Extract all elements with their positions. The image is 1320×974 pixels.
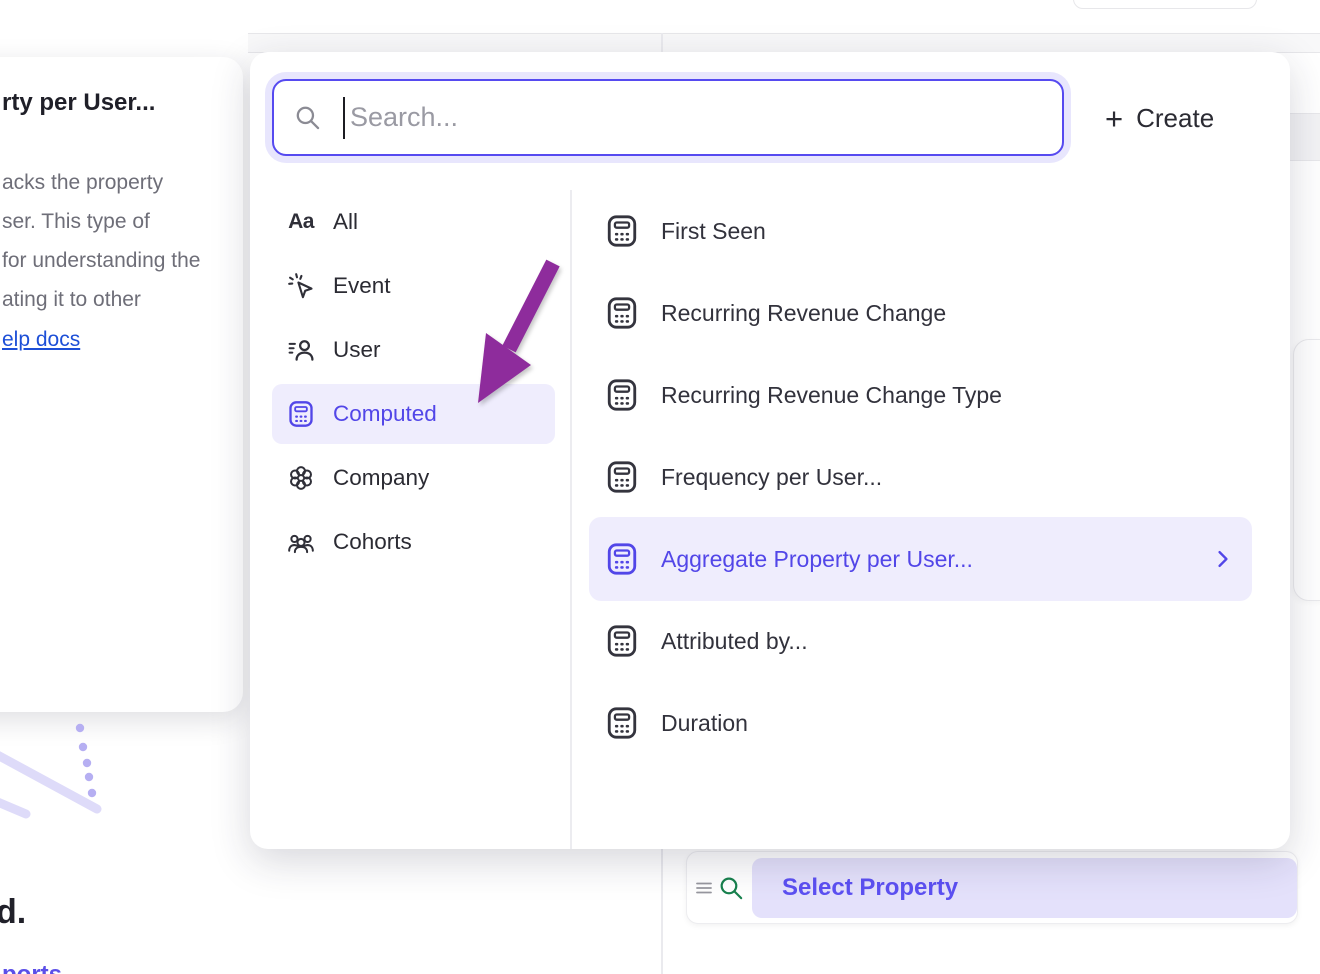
calculator-icon [605, 460, 639, 494]
event-click-icon [287, 272, 315, 300]
background-toolbar-band [248, 33, 1320, 53]
calculator-icon [605, 542, 639, 576]
tooltip-body-line: ating it to other [2, 288, 141, 312]
property-item-label: Recurring Revenue Change [661, 300, 946, 327]
property-item-attributed-by[interactable]: Attributed by... [589, 613, 1252, 669]
property-item-duration[interactable]: Duration [589, 695, 1252, 751]
create-button-label: Create [1136, 103, 1214, 134]
tooltip-body-line: ser. This type of [2, 210, 150, 234]
category-label: Computed [333, 401, 437, 427]
search-input[interactable]: Search... [272, 79, 1064, 156]
property-item-recurring-revenue-change-type[interactable]: Recurring Revenue Change Type [589, 367, 1252, 423]
property-item-recurring-revenue-change[interactable]: Recurring Revenue Change [589, 285, 1252, 341]
background-partial-band-right [1290, 113, 1320, 161]
drag-handle-icon[interactable] [696, 880, 712, 896]
plus-icon: + [1105, 103, 1123, 134]
select-property-row: Select Property [686, 851, 1298, 924]
category-tab-company[interactable]: Company [272, 456, 555, 500]
aa-icon: Aa [287, 208, 315, 236]
tooltip-title: rty per User... [2, 89, 155, 117]
clipped-link-fragment[interactable]: ports [2, 961, 62, 974]
property-item-aggregate-property-per-user[interactable]: Aggregate Property per User... [589, 517, 1252, 601]
background-partial-card-top [1073, 0, 1257, 9]
calculator-icon [605, 624, 639, 658]
category-tab-computed[interactable]: Computed [272, 384, 555, 444]
category-tab-all[interactable]: Aa All [272, 200, 555, 244]
property-item-label: Recurring Revenue Change Type [661, 382, 1002, 409]
cohorts-people-icon [287, 528, 315, 556]
property-item-label: Attributed by... [661, 628, 808, 655]
category-label: All [333, 209, 358, 235]
property-tooltip-card [0, 57, 243, 712]
category-label: Event [333, 273, 391, 299]
search-icon [294, 104, 321, 131]
property-item-label: Frequency per User... [661, 464, 882, 491]
property-item-frequency-per-user[interactable]: Frequency per User... [589, 449, 1252, 505]
category-label: Cohorts [333, 529, 412, 555]
category-label: User [333, 337, 381, 363]
user-list-icon [287, 336, 315, 364]
chevron-right-icon [1212, 548, 1234, 570]
property-item-first-seen[interactable]: First Seen [589, 203, 1252, 259]
calculator-icon [605, 378, 639, 412]
background-partial-card-right [1293, 339, 1320, 601]
app-background: rty per User... acks the property ser. T… [0, 0, 1320, 974]
text-caret [343, 97, 345, 139]
calculator-icon [287, 400, 315, 428]
property-item-label: Duration [661, 710, 748, 737]
category-tab-cohorts[interactable]: Cohorts [272, 520, 555, 564]
category-label: Company [333, 465, 429, 491]
tooltip-body-line: for understanding the [2, 249, 200, 273]
property-item-label: Aggregate Property per User... [661, 546, 973, 573]
calculator-icon [605, 706, 639, 740]
select-property-label: Select Property [782, 874, 958, 902]
clipped-heading-fragment: d. [0, 893, 26, 932]
category-tab-user[interactable]: User [272, 328, 555, 372]
property-search-icon [718, 875, 744, 901]
select-property-button[interactable]: Select Property [752, 858, 1297, 918]
category-tab-event[interactable]: Event [272, 264, 555, 308]
search-placeholder: Search... [350, 102, 458, 133]
calculator-icon [605, 214, 639, 248]
property-picker-modal: Search... + Create Aa All Event User Com… [250, 52, 1290, 849]
help-docs-link[interactable]: elp docs [2, 328, 80, 352]
company-cluster-icon [287, 464, 315, 492]
column-divider [570, 190, 572, 849]
create-button[interactable]: + Create [1105, 92, 1214, 144]
tooltip-body-line: acks the property [2, 171, 163, 195]
calculator-icon [605, 296, 639, 330]
property-item-label: First Seen [661, 218, 766, 245]
